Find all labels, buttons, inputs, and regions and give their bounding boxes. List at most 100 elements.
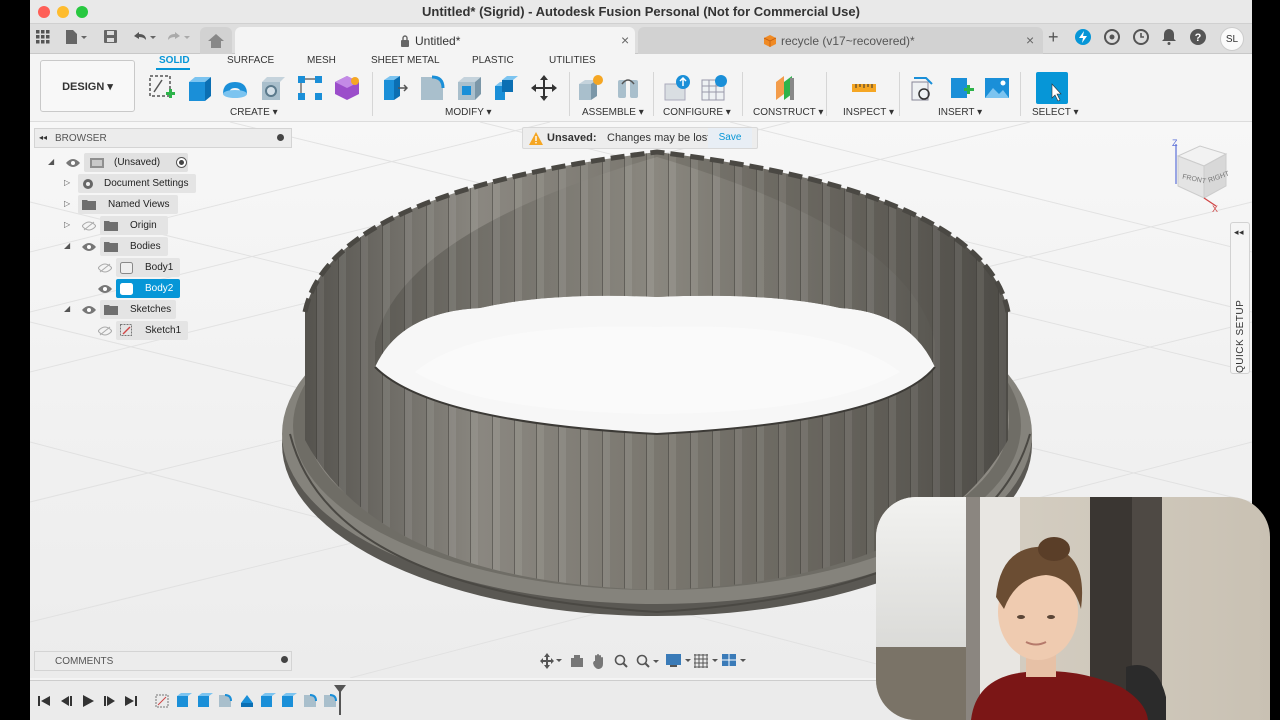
- revolve-icon[interactable]: [221, 74, 249, 102]
- comments-panel[interactable]: COMMENTS: [34, 651, 292, 671]
- extrude-icon[interactable]: [185, 74, 213, 102]
- rectangular-pattern-icon[interactable]: [296, 74, 324, 102]
- configure-menu[interactable]: CONFIGURE ▾: [663, 107, 731, 118]
- eye-icon[interactable]: [82, 305, 96, 315]
- hole-icon[interactable]: [259, 74, 287, 102]
- redo-icon[interactable]: [166, 30, 190, 47]
- browser-item-sketch1[interactable]: Sketch1: [34, 321, 234, 340]
- viewports-icon[interactable]: [722, 654, 748, 668]
- browser-item-document-settings[interactable]: ▷ Document Settings: [34, 174, 234, 193]
- create-menu[interactable]: CREATE ▾: [230, 107, 278, 118]
- expand-triangle-icon[interactable]: ▷: [64, 220, 70, 229]
- extensions-icon[interactable]: [1104, 29, 1120, 48]
- select-button[interactable]: [1036, 72, 1068, 104]
- browser-item-origin[interactable]: ▷ Origin: [34, 216, 234, 235]
- timeline-marker-handle[interactable]: [334, 685, 346, 715]
- browser-item-bodies[interactable]: ◢ Bodies: [34, 237, 234, 256]
- tab-sheet-metal[interactable]: SHEET METAL: [371, 55, 440, 66]
- browser-item-named-views[interactable]: ▷ Named Views: [34, 195, 234, 214]
- timeline-feature-extrude[interactable]: [177, 693, 192, 707]
- close-icon[interactable]: ×: [621, 32, 629, 48]
- select-menu[interactable]: SELECT ▾: [1032, 107, 1079, 118]
- configure-icon[interactable]: [663, 74, 691, 102]
- timeline-feature-fillet[interactable]: [304, 694, 317, 707]
- tab-surface[interactable]: SURFACE: [227, 55, 274, 66]
- insert-derive-icon[interactable]: [908, 74, 936, 102]
- expand-triangle-icon[interactable]: ▷: [64, 199, 70, 208]
- construct-menu[interactable]: CONSTRUCT ▾: [753, 107, 823, 118]
- home-tab[interactable]: [200, 27, 232, 54]
- close-icon[interactable]: ×: [1026, 32, 1034, 48]
- browser-item-root[interactable]: ◢ (Unsaved): [34, 153, 234, 172]
- measure-icon[interactable]: [850, 74, 878, 102]
- user-avatar[interactable]: SL: [1220, 27, 1244, 51]
- go-to-start-icon[interactable]: [38, 695, 50, 707]
- insert-mcmaster-icon[interactable]: [947, 74, 975, 102]
- eye-hidden-icon[interactable]: [98, 326, 112, 336]
- display-settings-icon[interactable]: [666, 654, 692, 668]
- eye-hidden-icon[interactable]: [82, 221, 96, 231]
- inspect-menu[interactable]: INSPECT ▾: [843, 107, 894, 118]
- go-to-end-icon[interactable]: [125, 695, 137, 707]
- step-forward-icon[interactable]: [104, 695, 116, 707]
- browser-header[interactable]: ◂◂ BROWSER: [34, 128, 292, 148]
- step-back-icon[interactable]: [60, 695, 72, 707]
- tab-recycle[interactable]: recycle (v17~recovered)* ×: [638, 27, 1043, 54]
- press-pull-icon[interactable]: [380, 74, 408, 102]
- tab-mesh[interactable]: MESH: [307, 55, 336, 66]
- zoom-icon[interactable]: [614, 654, 628, 668]
- combine-icon[interactable]: [492, 74, 520, 102]
- new-tab-icon[interactable]: +: [1048, 27, 1059, 48]
- tab-untitled[interactable]: Untitled* ×: [235, 27, 635, 54]
- modify-menu[interactable]: MODIFY ▾: [445, 107, 492, 118]
- grid-settings-icon[interactable]: [694, 654, 720, 668]
- timeline-feature-fillet[interactable]: [219, 694, 232, 707]
- timeline-feature-extrude[interactable]: [261, 693, 276, 707]
- collapse-icon[interactable]: ◂◂: [39, 133, 47, 142]
- new-component-icon[interactable]: [576, 74, 604, 102]
- eye-hidden-icon[interactable]: [98, 263, 112, 273]
- browser-item-sketches[interactable]: ◢ Sketches: [34, 300, 234, 319]
- history-icon[interactable]: [1133, 29, 1149, 48]
- fillet-icon[interactable]: [418, 74, 446, 102]
- timeline-feature-sketch[interactable]: [155, 694, 169, 708]
- timeline-feature-extrude[interactable]: [282, 693, 297, 707]
- file-menu-icon[interactable]: [65, 30, 87, 47]
- look-at-icon[interactable]: [570, 654, 584, 668]
- view-cube[interactable]: FRONT RIGHT Z X: [1170, 138, 1240, 220]
- eye-icon[interactable]: [82, 242, 96, 252]
- fit-icon[interactable]: [636, 654, 660, 668]
- move-copy-icon[interactable]: [530, 74, 558, 102]
- create-sketch-icon[interactable]: [148, 74, 176, 102]
- undo-icon[interactable]: [132, 30, 156, 47]
- eye-icon[interactable]: [98, 284, 112, 294]
- configuration-table-icon[interactable]: [700, 74, 728, 102]
- job-status-icon[interactable]: [1075, 29, 1091, 48]
- pan-icon[interactable]: [592, 653, 606, 669]
- browser-item-body2[interactable]: Body2: [34, 279, 234, 298]
- help-icon[interactable]: ?: [1190, 29, 1206, 48]
- insert-canvas-icon[interactable]: [983, 74, 1011, 102]
- browser-item-body1[interactable]: Body1: [34, 258, 234, 277]
- collapse-triangle-icon[interactable]: ◢: [64, 241, 70, 250]
- timeline-feature-extrude[interactable]: [198, 693, 213, 707]
- offset-plane-icon[interactable]: [772, 74, 800, 102]
- app-grid-icon[interactable]: [36, 30, 50, 47]
- save-button[interactable]: Save: [708, 128, 752, 148]
- assemble-menu[interactable]: ASSEMBLE ▾: [582, 107, 644, 118]
- collapse-triangle-icon[interactable]: ◢: [64, 304, 70, 313]
- insert-menu[interactable]: INSERT ▾: [938, 107, 982, 118]
- collapse-triangle-icon[interactable]: ◢: [48, 157, 54, 166]
- activate-radio-icon[interactable]: [176, 157, 187, 168]
- play-icon[interactable]: [82, 695, 94, 707]
- eye-icon[interactable]: [66, 158, 80, 168]
- tab-utilities[interactable]: UTILITIES: [549, 55, 596, 66]
- tab-plastic[interactable]: PLASTIC: [472, 55, 514, 66]
- timeline-feature-pattern[interactable]: [241, 695, 253, 707]
- workspace-switcher[interactable]: DESIGN ▾: [40, 60, 135, 112]
- collapse-icon[interactable]: ◂◂: [1234, 227, 1244, 238]
- chamfer-icon[interactable]: [455, 74, 483, 102]
- create-form-icon[interactable]: [333, 74, 361, 102]
- joint-icon[interactable]: [614, 74, 642, 102]
- orbit-icon[interactable]: [540, 653, 562, 669]
